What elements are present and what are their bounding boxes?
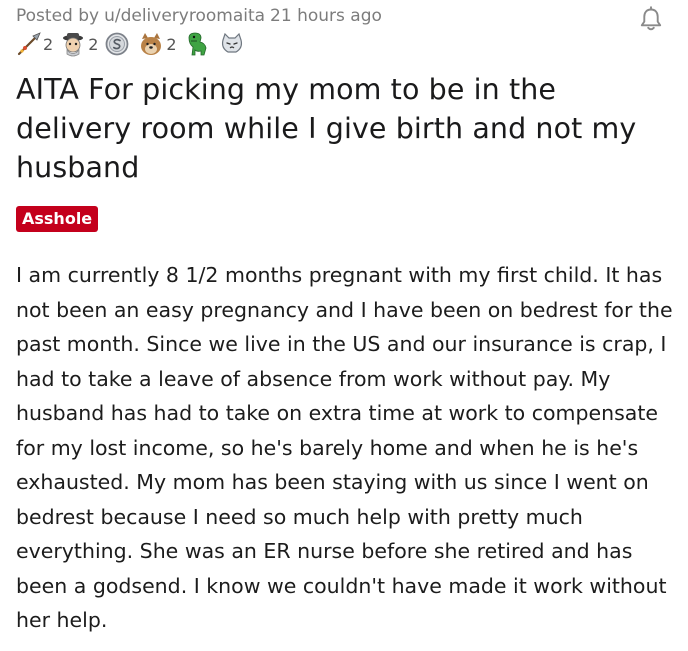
- award-dinosaur[interactable]: [183, 30, 214, 58]
- awards-row: 2 2 2: [16, 29, 253, 59]
- cat-award-icon: [218, 30, 246, 58]
- post-meta: Posted by u/deliveryroomaita 21 hours ag…: [16, 5, 382, 27]
- detective-award-icon: [59, 30, 87, 58]
- spear-award-icon: [16, 31, 42, 57]
- award-count: 2: [88, 34, 99, 54]
- bell-icon[interactable]: [636, 4, 666, 34]
- dinosaur-award-icon: [183, 30, 211, 58]
- post-flair[interactable]: Asshole: [16, 206, 99, 232]
- post-title[interactable]: AITA For picking my mom to be in the del…: [16, 70, 666, 187]
- award-silver[interactable]: [104, 31, 133, 57]
- award-detective[interactable]: 2: [59, 30, 100, 58]
- silver-coin-award-icon: [104, 31, 130, 57]
- post-body: I am currently 8 1/2 months pregnant wit…: [16, 263, 673, 632]
- award-count: 2: [166, 34, 177, 54]
- award-cat[interactable]: [218, 30, 249, 58]
- award-count: 2: [43, 34, 54, 54]
- author-link[interactable]: u/deliveryroomaita: [104, 6, 265, 26]
- doge-award-icon: [137, 30, 165, 58]
- award-doge[interactable]: 2: [137, 30, 178, 58]
- post-time[interactable]: 21 hours ago: [270, 6, 382, 26]
- award-spear[interactable]: 2: [16, 31, 55, 57]
- posted-by-label: Posted by: [16, 6, 100, 26]
